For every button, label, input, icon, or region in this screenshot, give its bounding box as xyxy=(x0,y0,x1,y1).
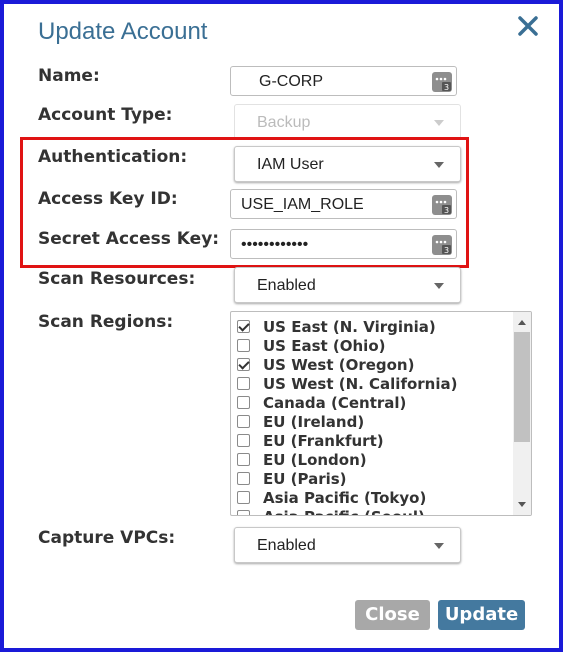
scan-regions-label: Scan Regions: xyxy=(38,312,174,332)
capture-vpcs-value: Enabled xyxy=(257,537,316,554)
close-button[interactable]: Close xyxy=(355,600,430,630)
region-label: EU (Paris) xyxy=(263,470,347,488)
region-label: US East (Ohio) xyxy=(263,337,386,355)
region-label: Asia Pacific (Seoul) xyxy=(263,508,425,515)
region-label: Asia Pacific (Tokyo) xyxy=(263,489,427,507)
chevron-down-icon xyxy=(434,283,444,289)
region-checkbox[interactable] xyxy=(237,472,250,485)
region-label: US West (Oregon) xyxy=(263,356,415,374)
scroll-thumb[interactable] xyxy=(514,332,530,442)
region-label: US West (N. California) xyxy=(263,375,458,393)
region-checkbox[interactable] xyxy=(237,377,250,390)
region-label: EU (Frankfurt) xyxy=(263,432,384,450)
region-checkbox[interactable] xyxy=(237,510,250,515)
authentication-select[interactable]: IAM User xyxy=(234,146,461,182)
region-checkbox[interactable] xyxy=(237,339,250,352)
authentication-value: IAM User xyxy=(257,156,324,173)
scan-resources-select[interactable]: Enabled xyxy=(234,267,461,303)
authentication-label: Authentication: xyxy=(38,147,188,167)
region-checkbox[interactable] xyxy=(237,491,250,504)
capture-vpcs-select[interactable]: Enabled xyxy=(234,527,461,563)
svg-text:3: 3 xyxy=(444,83,449,92)
access-key-id-value: USE_IAM_ROLE xyxy=(241,196,364,213)
keypass-icon[interactable]: 3 xyxy=(432,195,452,215)
keypass-icon[interactable]: 3 xyxy=(432,235,452,255)
region-checkbox[interactable] xyxy=(237,396,250,409)
region-checkbox[interactable] xyxy=(237,453,250,466)
chevron-down-icon xyxy=(434,543,444,549)
account-type-select: Backup xyxy=(234,104,461,140)
scan-regions-list[interactable]: US East (N. Virginia) US East (Ohio) US … xyxy=(230,311,532,516)
scroll-up-icon[interactable] xyxy=(518,320,526,325)
name-label: Name: xyxy=(38,66,100,86)
name-value: G-CORP xyxy=(259,73,323,90)
region-checkbox[interactable] xyxy=(237,434,250,447)
account-type-label: Account Type: xyxy=(38,105,173,125)
region-label: EU (Ireland) xyxy=(263,413,365,431)
svg-text:3: 3 xyxy=(444,246,449,255)
scan-resources-value: Enabled xyxy=(257,277,316,294)
region-label: US East (N. Virginia) xyxy=(263,318,436,336)
close-icon[interactable] xyxy=(514,12,542,40)
region-checkbox[interactable] xyxy=(237,415,250,428)
region-label: EU (London) xyxy=(263,451,367,469)
secret-access-key-value: •••••••••••• xyxy=(241,236,309,253)
scan-resources-label: Scan Resources: xyxy=(38,269,196,289)
capture-vpcs-label: Capture VPCs: xyxy=(38,528,176,548)
access-key-id-label: Access Key ID: xyxy=(38,189,178,209)
svg-text:3: 3 xyxy=(444,206,449,215)
scrollbar[interactable] xyxy=(513,312,531,515)
scroll-down-icon[interactable] xyxy=(518,502,526,507)
secret-access-key-label: Secret Access Key: xyxy=(38,229,220,249)
chevron-down-icon xyxy=(434,120,444,126)
update-button[interactable]: Update xyxy=(438,600,525,630)
chevron-down-icon xyxy=(434,162,444,168)
region-checkbox[interactable] xyxy=(237,320,250,333)
dialog-title: Update Account xyxy=(38,18,208,45)
region-checkbox[interactable] xyxy=(237,358,250,371)
region-label: Canada (Central) xyxy=(263,394,407,412)
account-type-value: Backup xyxy=(257,114,311,131)
keypass-icon[interactable]: 3 xyxy=(432,72,452,92)
access-key-id-field[interactable]: USE_IAM_ROLE 3 xyxy=(230,189,457,219)
name-field[interactable]: G-CORP 3 xyxy=(230,66,457,96)
secret-access-key-field[interactable]: •••••••••••• 3 xyxy=(230,229,457,259)
